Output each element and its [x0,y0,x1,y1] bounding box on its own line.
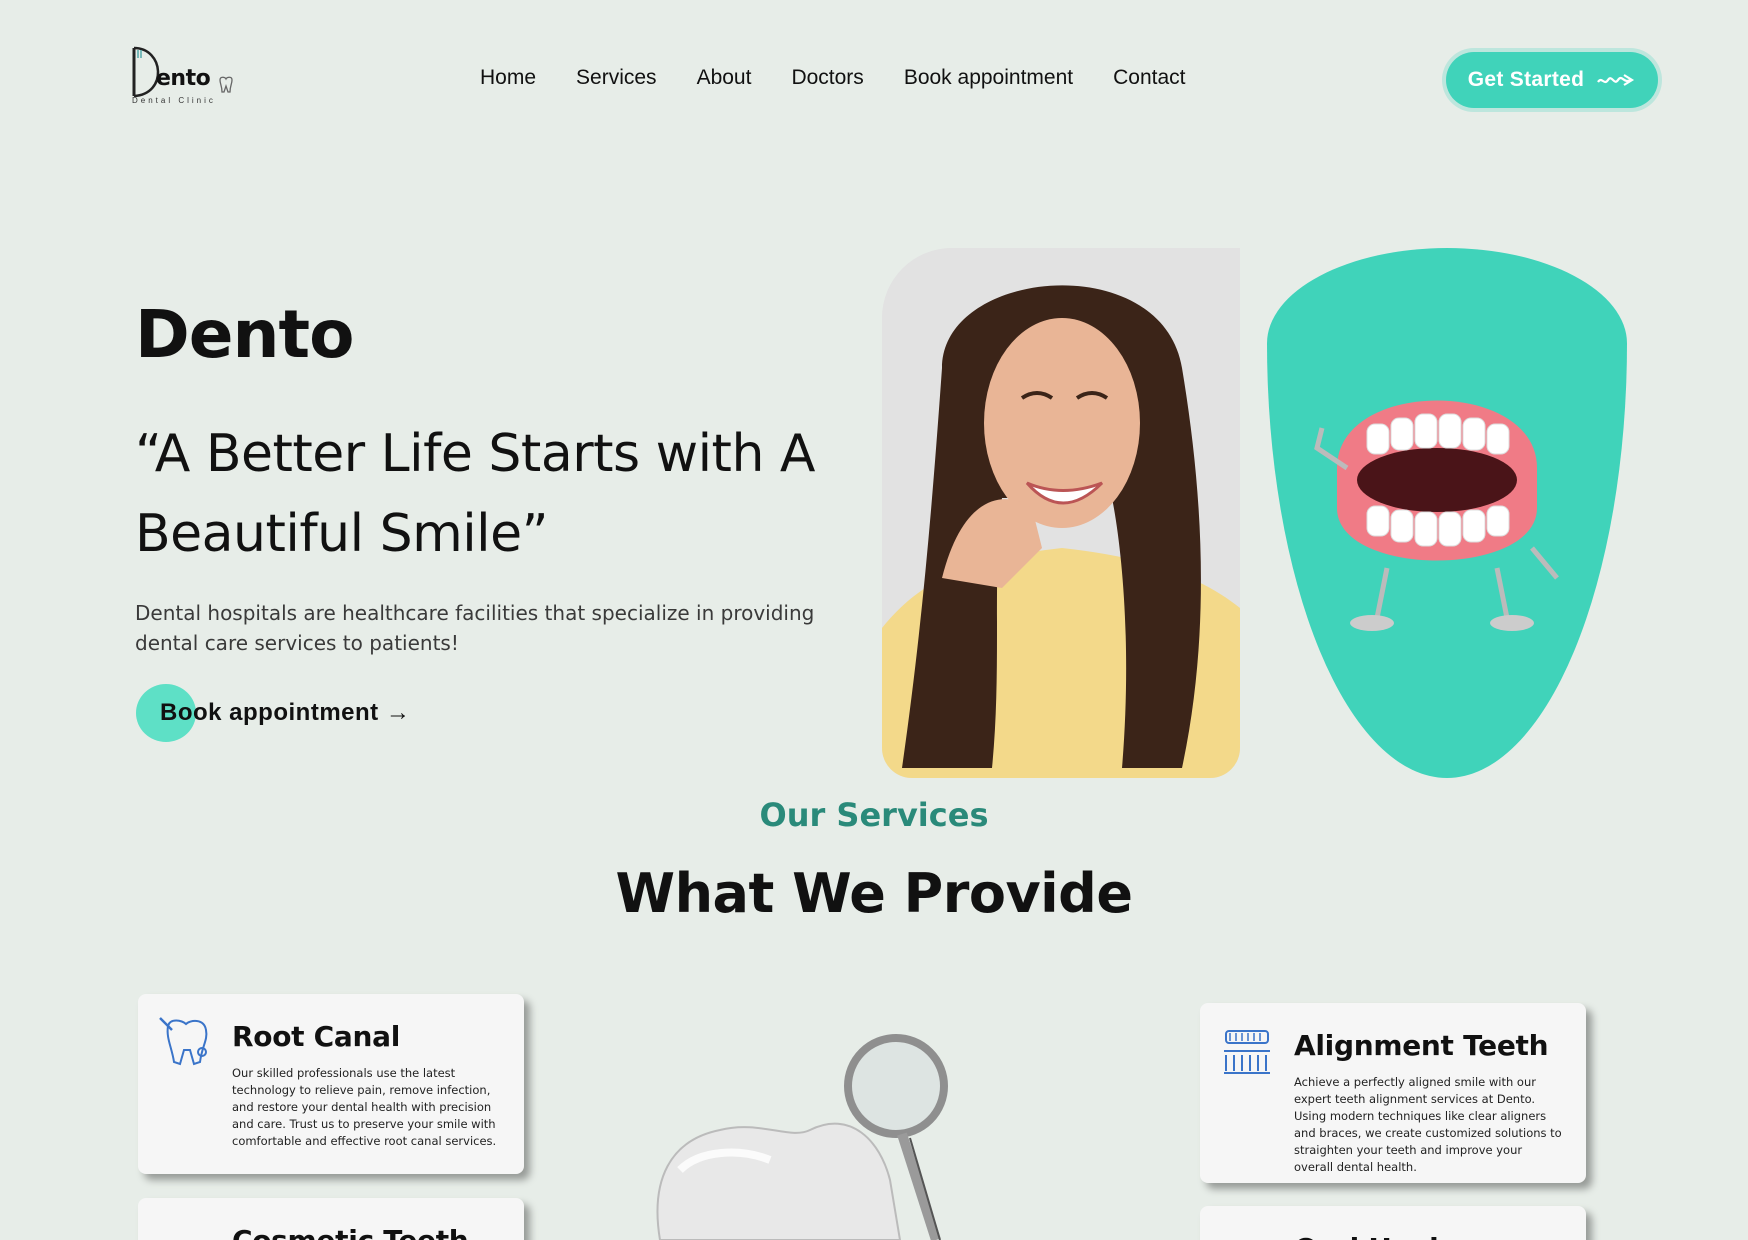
smiling-woman-illustration [882,248,1240,778]
brand-wordmark: ento [156,66,211,91]
service-card-text: Our skilled professionals use the latest… [232,1066,497,1148]
service-card-cosmetic-teeth[interactable]: Cosmetic Teeth [138,1198,524,1240]
main-nav: Home Services About Doctors Book appoint… [480,66,1185,90]
squiggle-arrow-icon [1597,74,1635,86]
nav-doctors[interactable]: Doctors [791,66,863,90]
services-title: What We Provide [615,862,1133,925]
tooth-logo-icon [219,76,233,93]
hero-accent-shape [1267,248,1627,778]
hero-portrait-image [882,248,1240,778]
toothbrush-icon [1220,1228,1274,1240]
service-card-oral-hygiene[interactable]: Oral Hygiene [1200,1206,1586,1240]
service-card-title: Oral Hygiene [1294,1232,1564,1240]
nav-about[interactable]: About [697,66,752,90]
book-appointment-button[interactable]: Book appointment → [136,684,410,742]
services-eyebrow: Our Services [759,796,989,834]
teeth-icon [158,1220,212,1240]
hero-title: Dento [135,296,354,373]
service-card-title: Cosmetic Teeth [232,1224,502,1240]
get-started-button[interactable]: Get Started [1446,52,1658,108]
service-card-root-canal[interactable]: Root Canal Our skilled professionals use… [138,994,524,1174]
nav-book-appointment[interactable]: Book appointment [904,66,1073,90]
service-card-text: Achieve a perfectly aligned smile with o… [1294,1075,1562,1174]
tooth-tool-icon [159,1017,208,1066]
tooth-and-mirror-illustration [656,1034,948,1240]
brand-tagline: Dental Clinic [132,96,216,105]
book-appointment-label: Book appointment → [160,699,411,726]
brand-logo[interactable]: ento Dental Clinic [130,44,240,110]
nav-contact[interactable]: Contact [1113,66,1185,90]
service-card-title: Root Canal [232,1020,401,1053]
nav-home[interactable]: Home [480,66,536,90]
teeth-mascot-illustration [1314,400,1559,631]
nav-services[interactable]: Services [576,66,657,90]
hero-description: Dental hospitals are healthcare faciliti… [135,601,815,655]
hero-quote: “A Better Life Starts with A Beautiful S… [135,424,816,564]
service-card-alignment-teeth[interactable]: Alignment Teeth Achieve a perfectly alig… [1200,1003,1586,1183]
get-started-label: Get Started [1467,68,1585,91]
braces-icon [1224,1030,1270,1074]
service-card-title: Alignment Teeth [1294,1029,1549,1062]
